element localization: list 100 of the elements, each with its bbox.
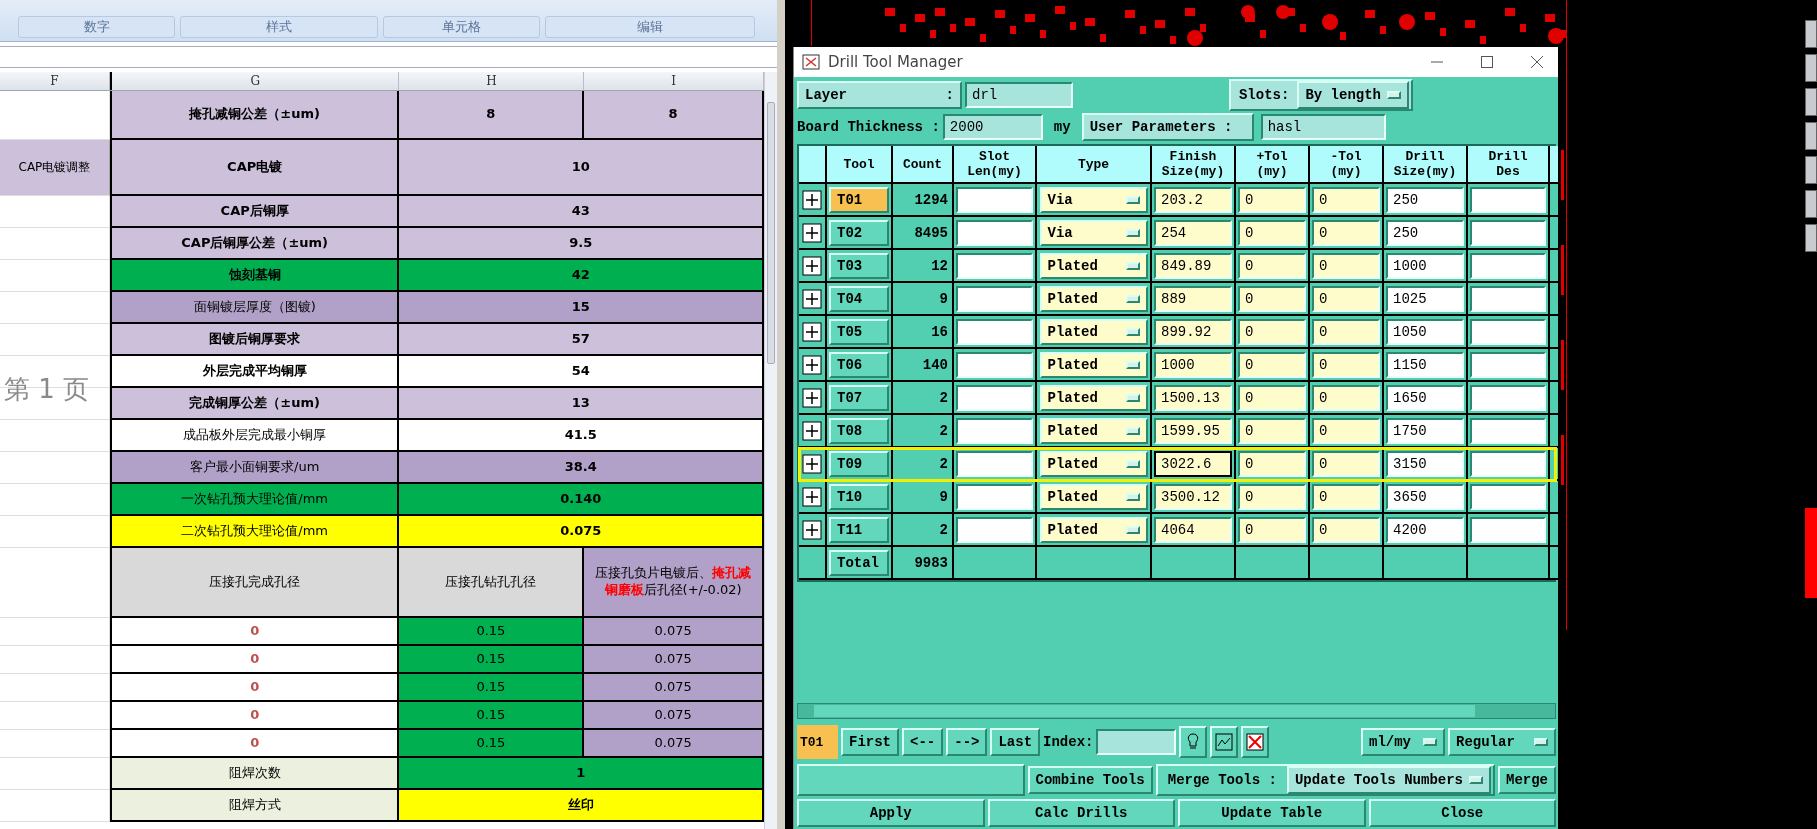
- tool-row[interactable]: T11 2 Plated 4064 0 0 4200: [799, 514, 1556, 547]
- minus-tolerance-field[interactable]: 0: [1312, 252, 1380, 279]
- type-dropdown[interactable]: Plated: [1039, 483, 1148, 510]
- drill-description-field[interactable]: [1470, 252, 1546, 279]
- tool-button[interactable]: T02: [829, 219, 889, 246]
- slot-length-field[interactable]: [956, 219, 1033, 246]
- finish-size-field[interactable]: 849.89: [1154, 252, 1232, 279]
- tool-button[interactable]: T08: [829, 417, 889, 444]
- minus-tolerance-field[interactable]: 0: [1312, 351, 1380, 378]
- type-dropdown[interactable]: Plated: [1039, 384, 1148, 411]
- drill-size-field[interactable]: 4200: [1386, 516, 1464, 543]
- toolbar-button[interactable]: [1805, 156, 1817, 184]
- user-parameters-button[interactable]: User Parameters :: [1081, 113, 1254, 141]
- column-header[interactable]: H: [399, 72, 585, 90]
- slot-length-field[interactable]: [956, 285, 1033, 312]
- plus-tolerance-field[interactable]: 0: [1238, 186, 1306, 213]
- slot-length-field[interactable]: [956, 417, 1033, 444]
- tool-button[interactable]: T01: [829, 186, 889, 213]
- action-button[interactable]: Close: [1368, 799, 1556, 827]
- tool-button[interactable]: T11: [829, 516, 889, 543]
- finish-size-field[interactable]: 3500.12: [1154, 483, 1232, 510]
- type-dropdown[interactable]: Plated: [1039, 318, 1148, 345]
- toolbar-button[interactable]: [1805, 190, 1817, 218]
- combine-tools-button[interactable]: Combine Tools: [1027, 766, 1153, 794]
- drill-size-field[interactable]: 1150: [1386, 351, 1464, 378]
- plus-tolerance-field[interactable]: 0: [1238, 219, 1306, 246]
- type-dropdown[interactable]: Plated: [1039, 450, 1148, 477]
- type-dropdown[interactable]: Plated: [1039, 351, 1148, 378]
- plus-tolerance-field[interactable]: 0: [1238, 318, 1306, 345]
- expand-icon[interactable]: [802, 486, 822, 507]
- toolbar-button[interactable]: [1805, 224, 1817, 252]
- type-dropdown[interactable]: Plated: [1039, 252, 1148, 279]
- drill-description-field[interactable]: [1470, 516, 1546, 543]
- action-button[interactable]: Calc Drills: [987, 799, 1175, 827]
- close-icon[interactable]: [1530, 55, 1544, 69]
- drill-size-field[interactable]: 3150: [1386, 450, 1464, 477]
- plus-tolerance-field[interactable]: 0: [1238, 285, 1306, 312]
- horizontal-scrollbar[interactable]: [797, 703, 1556, 719]
- index-field[interactable]: [1096, 729, 1177, 755]
- merge-mode-dropdown[interactable]: Update Tools Numbers: [1286, 766, 1491, 794]
- drill-description-field[interactable]: [1470, 219, 1546, 246]
- minus-tolerance-field[interactable]: 0: [1312, 285, 1380, 312]
- tool-button[interactable]: T04: [829, 285, 889, 312]
- vertical-scrollbar[interactable]: [764, 72, 777, 829]
- layer-button[interactable]: Layer :: [797, 81, 962, 109]
- minus-tolerance-field[interactable]: 0: [1312, 219, 1380, 246]
- minus-tolerance-field[interactable]: 0: [1312, 186, 1380, 213]
- picture-button[interactable]: [1210, 726, 1239, 758]
- expand-icon[interactable]: [802, 222, 822, 243]
- drill-description-field[interactable]: [1470, 285, 1546, 312]
- merge-button[interactable]: Merge: [1498, 766, 1556, 794]
- minus-tolerance-field[interactable]: 0: [1312, 384, 1380, 411]
- plus-tolerance-field[interactable]: 0: [1238, 351, 1306, 378]
- drill-description-field[interactable]: [1470, 186, 1546, 213]
- tool-row[interactable]: T06 140 Plated 1000 0 0 1150: [799, 349, 1556, 382]
- finish-size-field[interactable]: 1599.95: [1154, 417, 1232, 444]
- drill-description-field[interactable]: [1470, 417, 1546, 444]
- mode-dropdown[interactable]: Regular: [1448, 728, 1556, 756]
- user-parameters-field[interactable]: hasl: [1260, 114, 1386, 140]
- tool-row[interactable]: T03 12 Plated 849.89 0 0 1000: [799, 250, 1556, 283]
- slot-length-field[interactable]: [956, 351, 1033, 378]
- navigation-button[interactable]: <--: [902, 728, 944, 756]
- plus-tolerance-field[interactable]: 0: [1238, 516, 1306, 543]
- toolbar-button[interactable]: [1805, 122, 1817, 150]
- tool-button[interactable]: T06: [829, 351, 889, 378]
- type-dropdown[interactable]: Plated: [1039, 417, 1148, 444]
- minus-tolerance-field[interactable]: 0: [1312, 318, 1380, 345]
- finish-size-field[interactable]: 4064: [1154, 516, 1232, 543]
- expand-icon[interactable]: [802, 519, 822, 540]
- drill-size-field[interactable]: 1000: [1386, 252, 1464, 279]
- total-button[interactable]: Total: [829, 549, 889, 576]
- navigation-button[interactable]: First: [841, 728, 899, 756]
- plus-tolerance-field[interactable]: 0: [1238, 252, 1306, 279]
- column-header[interactable]: F: [0, 72, 110, 90]
- drill-size-field[interactable]: 3650: [1386, 483, 1464, 510]
- slot-length-field[interactable]: [956, 384, 1033, 411]
- drill-size-field[interactable]: 250: [1386, 186, 1464, 213]
- navigation-button[interactable]: Last: [990, 728, 1041, 756]
- tool-row[interactable]: T05 16 Plated 899.92 0 0 1050: [799, 316, 1556, 349]
- minus-tolerance-field[interactable]: 0: [1312, 483, 1380, 510]
- finish-size-field[interactable]: 1000: [1154, 351, 1232, 378]
- finish-size-field[interactable]: 254: [1154, 219, 1232, 246]
- navigation-button[interactable]: -->: [946, 728, 988, 756]
- finish-size-field[interactable]: 3022.6: [1154, 450, 1232, 477]
- tool-button[interactable]: T03: [829, 252, 889, 279]
- expand-icon[interactable]: [802, 321, 822, 342]
- tool-row[interactable]: T10 9 Plated 3500.12 0 0 3650: [799, 481, 1556, 514]
- layer-field[interactable]: drl: [965, 82, 1073, 108]
- drill-description-field[interactable]: [1470, 318, 1546, 345]
- tool-button[interactable]: T07: [829, 384, 889, 411]
- type-dropdown[interactable]: Plated: [1039, 285, 1148, 312]
- slot-length-field[interactable]: [956, 318, 1033, 345]
- expand-icon[interactable]: [802, 189, 822, 210]
- toolbar-button[interactable]: [1805, 20, 1817, 48]
- drill-description-field[interactable]: [1470, 351, 1546, 378]
- plus-tolerance-field[interactable]: 0: [1238, 450, 1306, 477]
- toolbar-button[interactable]: [1805, 54, 1817, 82]
- finish-size-field[interactable]: 899.92: [1154, 318, 1232, 345]
- drill-size-field[interactable]: 1050: [1386, 318, 1464, 345]
- tool-row[interactable]: T02 8495 Via 254 0 0 250: [799, 217, 1556, 250]
